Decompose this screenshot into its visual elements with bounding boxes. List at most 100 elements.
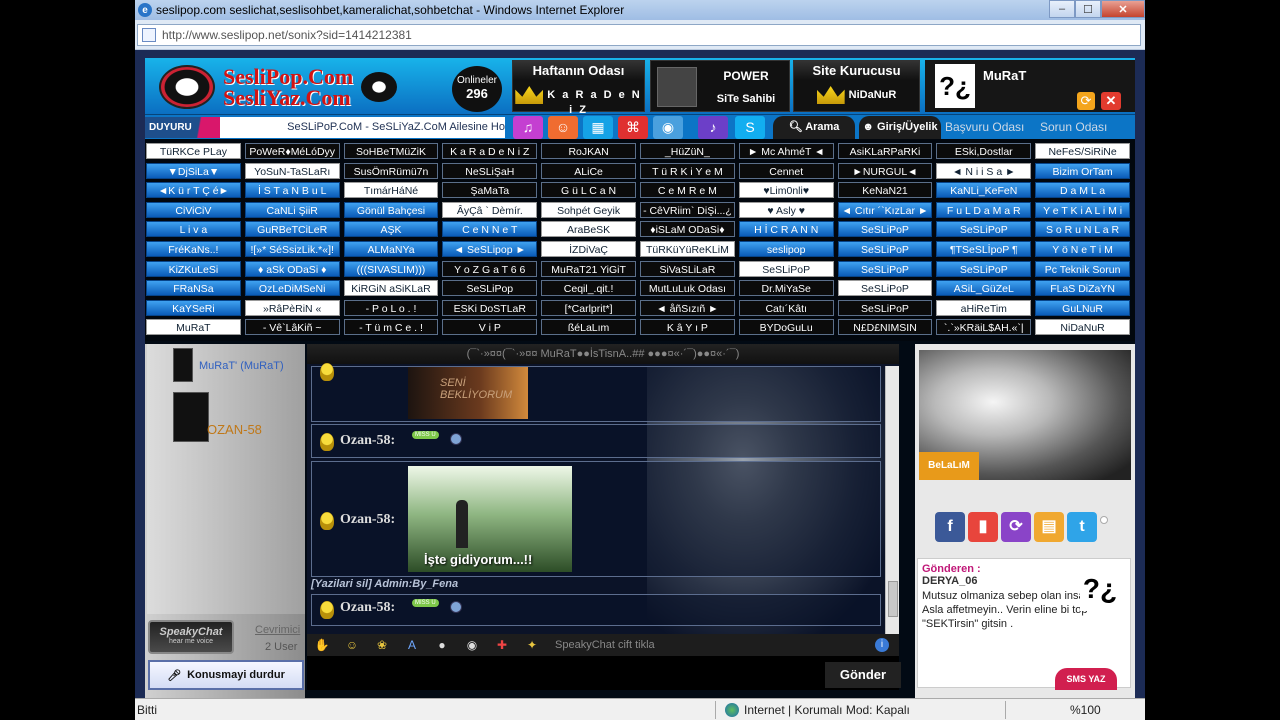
scrollbar-thumb[interactable] <box>888 581 898 617</box>
room-button[interactable]: MutLuLuk Odası <box>640 280 735 297</box>
grid-icon[interactable]: ▦ <box>583 116 613 139</box>
room-of-week-box[interactable]: Haftanın Odası K a R a D e N i Z <box>512 60 645 116</box>
twitter-icon[interactable]: t <box>1067 512 1097 542</box>
room-button[interactable]: - T ü m C e . ! <box>343 319 439 336</box>
sms-write-button[interactable]: SMS YAZ <box>1055 668 1117 690</box>
room-button[interactable]: RoJKAN <box>541 143 636 159</box>
chart-icon[interactable]: ▮ <box>968 512 998 542</box>
room-button[interactable]: FLaS DiZaYN <box>1035 280 1130 297</box>
room-button[interactable]: ◄ åñSızıñ ► <box>640 299 735 316</box>
user-profile-icon[interactable]: ☺ <box>548 116 578 139</box>
room-button[interactable]: TüRKüYüReKLiM <box>640 241 735 257</box>
room-button[interactable]: ESKi DoSTLaR <box>442 299 538 316</box>
room-button[interactable]: FRaNSa <box>146 280 241 297</box>
room-button[interactable]: ALiCe <box>541 162 636 179</box>
camera-icon[interactable]: ◉ <box>653 116 683 139</box>
facebook-icon[interactable]: f <box>935 512 965 542</box>
room-button[interactable]: Sohpét Geyik <box>541 201 636 218</box>
room-button[interactable]: ASiL_GüZeL <box>936 280 1032 297</box>
room-button[interactable]: CiViCiV <box>146 201 241 218</box>
room-button[interactable]: - Vê`LâKiñ ~ <box>244 319 340 336</box>
ball-icon[interactable]: ● <box>433 637 451 653</box>
room-button[interactable]: [*Carlprit*] <box>541 299 636 316</box>
room-button[interactable]: SeSLiPoP <box>936 260 1032 277</box>
security-zone[interactable]: Internet | Korumalı Mod: Kapalı <box>725 703 910 717</box>
room-button[interactable]: seslipop <box>738 241 834 257</box>
gift-icon[interactable]: ✚ <box>493 637 511 653</box>
room-button[interactable]: S o R u N L a R <box>1035 221 1130 238</box>
room-button[interactable]: L i v a <box>146 221 241 238</box>
room-button[interactable]: Y o Z G a T 6 6 <box>442 260 538 277</box>
room-button[interactable]: TımárHáNé <box>343 182 439 199</box>
room-button[interactable]: YoSuN-TaSLaRı <box>244 162 340 179</box>
room-button[interactable]: ♥Lim0nli♥ <box>738 182 834 199</box>
room-button[interactable]: Y ö N e T i M <box>1035 241 1130 257</box>
application-room-link[interactable]: Başvuru Odası <box>945 120 1024 134</box>
font-icon[interactable]: A <box>403 637 421 653</box>
room-button[interactable]: H İ C R A N N <box>738 221 834 238</box>
stop-talking-button[interactable]: 🎤︎ Konusmayi durdur <box>148 660 304 690</box>
room-button[interactable]: MuRaT <box>146 319 241 336</box>
film-icon[interactable]: ❀ <box>373 637 391 653</box>
room-button[interactable]: SeSLiPoP <box>837 221 933 238</box>
zoom-level[interactable]: %100 <box>1070 703 1101 717</box>
room-button[interactable]: SeSLiPoP <box>738 260 834 277</box>
room-button[interactable]: Cennet <box>738 162 834 179</box>
room-button[interactable]: SeSLiPoP <box>936 221 1032 238</box>
room-button[interactable]: ♦iSLaM ODaSi♦ <box>640 221 735 238</box>
issue-room-link[interactable]: Sorun Odası <box>1040 120 1107 134</box>
room-button[interactable]: ◄K ü r T Ç é► <box>146 182 241 199</box>
room-button[interactable]: C e N N e T <box>442 221 538 238</box>
room-button[interactable]: - P o L o . ! <box>343 299 439 316</box>
send-button[interactable]: Gönder <box>825 662 901 688</box>
user-list-item[interactable]: OZAN-58 <box>151 392 301 446</box>
room-button[interactable]: Catı´Kâtı <box>738 299 834 316</box>
refresh-icon[interactable]: ⟳ <box>1077 92 1095 110</box>
room-button[interactable]: KeNaN21 <box>837 182 933 199</box>
room-button[interactable]: ¶TSeSLİpoP ¶ <box>936 241 1032 257</box>
room-button[interactable]: AsiKLaRPaRKi <box>837 143 933 159</box>
room-button[interactable]: - CêVRiim` DiŞi...¿ <box>640 201 735 218</box>
room-button[interactable]: ![»* SéSsizLik.*«]! <box>244 241 340 257</box>
room-button[interactable]: GuLNuR <box>1035 299 1130 316</box>
room-button[interactable]: Y e T K i A L i M i <box>1035 201 1130 218</box>
microphone-icon[interactable]: ♪ <box>698 116 728 139</box>
room-button[interactable]: ♦ aSk ODaSi ♦ <box>244 260 340 277</box>
minimize-button[interactable]: ‒ <box>1049 0 1075 18</box>
room-button[interactable]: D a M L a <box>1035 182 1130 199</box>
room-button[interactable]: Gönül Bahçesi <box>343 201 439 218</box>
message-input-row[interactable]: Gönder <box>307 656 901 690</box>
info-icon[interactable]: i <box>875 638 889 652</box>
room-button[interactable]: SeSLiPoP <box>837 299 933 316</box>
room-button[interactable]: `.`»KRäiL$AH.«`| <box>936 319 1032 336</box>
room-button[interactable]: K a R a D e N i Z <box>442 143 538 159</box>
room-button[interactable]: NeFeS/SiRiNe <box>1035 143 1130 159</box>
search-tab[interactable]: 🔍︎ Arama <box>773 116 855 139</box>
chat-scrollbar[interactable] <box>885 366 899 634</box>
user-list-item[interactable]: MuRaT' (MuRaT) <box>151 348 301 384</box>
room-button[interactable]: NeSLiŞaH <box>442 162 538 179</box>
room-button[interactable]: İ S T a N B u L <box>244 182 340 199</box>
site-owner-box[interactable]: POWER SiTe Sahibi <box>650 60 790 112</box>
url-input[interactable]: http://www.seslipop.net/sonix?sid=141421… <box>137 24 1141 46</box>
room-button[interactable]: G ü L C a N <box>541 182 636 199</box>
room-button[interactable]: SoHBeTMüZiK <box>343 143 439 159</box>
room-button[interactable]: _HüZüN_ <box>640 143 735 159</box>
room-button[interactable]: İZDiVaÇ <box>541 241 636 257</box>
room-button[interactable]: V i P <box>442 319 538 336</box>
room-button[interactable]: Bizim OrTam <box>1035 162 1130 179</box>
online-users-link[interactable]: Cevrimici <box>255 624 300 636</box>
room-button[interactable]: Pc Teknik Sorun <box>1035 260 1130 277</box>
room-button[interactable]: SusÖmRümü7n <box>343 162 439 179</box>
room-button[interactable]: Ceqil_.qit.! <box>541 280 636 297</box>
site-logo[interactable]: SesliPop.Com SesliYaz.Com <box>159 62 454 112</box>
room-button[interactable]: KiZKuLeSi <box>146 260 241 277</box>
room-button[interactable]: SeSLiPoP <box>837 241 933 257</box>
folder-icon[interactable]: ▤ <box>1034 512 1064 542</box>
room-button[interactable]: ◄ Cıtır ´`KızLar ► <box>837 201 933 218</box>
room-button[interactable]: ►NURGUL◄ <box>837 162 933 179</box>
room-button[interactable]: Dr.MiYaSe <box>738 280 834 297</box>
sparkle-icon[interactable]: ✦ <box>523 637 541 653</box>
logout-icon[interactable]: ✕ <box>1101 92 1121 110</box>
room-button[interactable]: (((SIVASLIM))) <box>343 260 439 277</box>
